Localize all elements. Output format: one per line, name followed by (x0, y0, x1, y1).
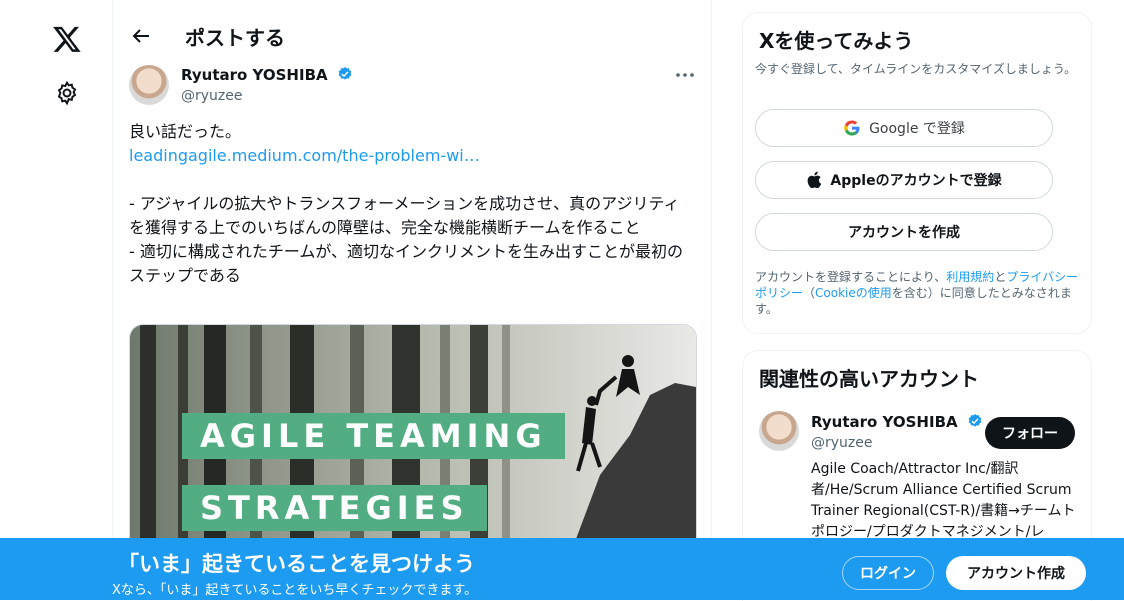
create-account-label: アカウントを作成 (848, 225, 960, 241)
follow-button[interactable]: フォロー (985, 417, 1075, 449)
apple-signup-button[interactable]: Appleのアカウントで登録 (755, 161, 1053, 199)
post-author[interactable]: Ryutaro YOSHIBA (181, 66, 353, 84)
more-icon[interactable] (673, 64, 697, 86)
verified-badge-icon (338, 67, 352, 80)
related-name-text[interactable]: Ryutaro YOSHIBA (811, 413, 958, 431)
google-icon (844, 120, 860, 136)
right-sidebar: Xを使ってみよう 今すぐ登録して、タイムラインをカスタマイズしましょう。 Goo… (740, 0, 1092, 601)
avatar[interactable] (129, 65, 169, 105)
verified-badge-icon (968, 414, 982, 427)
banner-subtitle: Xなら、「いま」起きていることをいち早くチェックできます。 (112, 583, 478, 598)
cookie-policy-link[interactable]: Cookieの使用 (815, 286, 892, 300)
signup-card: Xを使ってみよう 今すぐ登録して、タイムラインをカスタマイズしましょう。 Goo… (742, 12, 1092, 334)
banner-title: 「いま」起きていることを見つけよう (118, 552, 475, 576)
post-text-line: 良い話だった。 (129, 122, 242, 141)
author-name[interactable]: Ryutaro YOSHIBA (181, 66, 328, 84)
left-nav (0, 0, 112, 600)
signup-subtitle: 今すぐ登録して、タイムラインをカスタマイズしましょう。 (755, 62, 1077, 76)
login-button[interactable]: ログイン (842, 556, 934, 590)
related-accounts-title: 関連性の高いアカウント (759, 367, 979, 391)
signup-banner: 「いま」起きていることを見つけよう Xなら、「いま」起きていることをいち早くチェ… (0, 538, 1124, 600)
page-title: ポストする (185, 26, 285, 50)
terms-link[interactable]: 利用規約 (946, 270, 994, 284)
terms-text: アカウントを登録することにより、 (755, 270, 947, 284)
signup-title: Xを使ってみよう (759, 29, 914, 53)
gear-icon[interactable] (54, 80, 80, 106)
apple-signup-label: Appleのアカウントで登録 (830, 173, 1002, 189)
terms-notice: アカウントを登録することにより、利用規約とプライバシーポリシー（Cookieの使… (755, 269, 1085, 317)
signup-button[interactable]: アカウント作成 (946, 556, 1086, 590)
back-arrow-icon[interactable] (129, 24, 153, 48)
image-title-line1: AGILE TEAMING (182, 413, 565, 459)
related-account-name[interactable]: Ryutaro YOSHIBA (811, 413, 983, 431)
post-text: 良い話だった。 leadingagile.medium.com/the-prob… (129, 120, 695, 288)
terms-text: と (994, 270, 1007, 284)
terms-text: （ (803, 286, 816, 300)
link-preview-image[interactable]: AGILE TEAMING STRATEGIES (129, 324, 697, 556)
related-account-bio: Agile Coach/Attractor Inc/翻訳者/He/Scrum A… (811, 461, 1076, 540)
related-account-handle[interactable]: @ryuzee (811, 435, 873, 451)
post-link[interactable]: leadingagile.medium.com/the-problem-wi… (129, 144, 695, 168)
avatar[interactable] (759, 411, 799, 451)
apple-icon (808, 171, 822, 189)
google-signup-button[interactable]: Google で登録 (755, 109, 1053, 147)
main-column: ポストする Ryutaro YOSHIBA @ryuzee 良い話だった。 le… (112, 0, 712, 600)
post-bullet: - アジャイルの拡大やトランスフォーメーションを成功させ、真のアジリティを獲得す… (129, 194, 680, 237)
image-title-line2: STRATEGIES (182, 485, 487, 531)
post-bullet: - 適切に構成されたチームが、適切なインクリメントを生み出すことが最初のステップ… (129, 242, 684, 285)
create-account-button[interactable]: アカウントを作成 (755, 213, 1053, 251)
google-signup-label: Google で登録 (869, 121, 965, 137)
x-logo-icon[interactable] (52, 24, 82, 54)
author-handle[interactable]: @ryuzee (181, 88, 243, 104)
